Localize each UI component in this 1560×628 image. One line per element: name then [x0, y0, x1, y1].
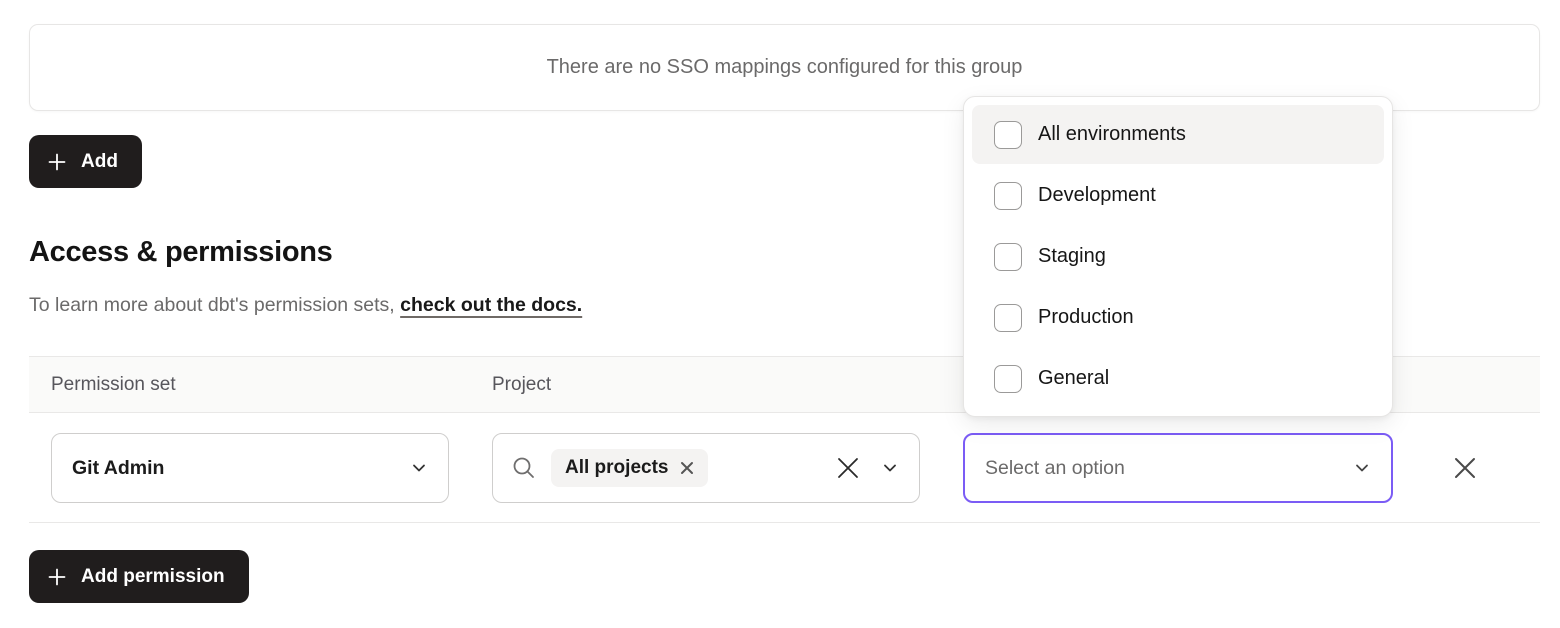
checkbox-unchecked[interactable] [994, 304, 1022, 332]
add-permission-button-label: Add permission [81, 566, 225, 588]
page-title: Access & permissions [29, 236, 333, 269]
dropdown-option-label: Development [1038, 184, 1156, 207]
column-header-project: Project [492, 357, 551, 412]
chip-remove-icon[interactable] [680, 461, 694, 475]
search-icon [511, 455, 537, 481]
dropdown-option-staging[interactable]: Staging [972, 227, 1384, 286]
chevron-down-icon [1353, 459, 1371, 477]
permission-set-value: Git Admin [72, 457, 164, 480]
remove-permission-row-button[interactable] [1448, 451, 1482, 485]
subtitle-text: To learn more about dbt's permission set… [29, 294, 400, 316]
plus-icon [47, 152, 67, 172]
clear-selection-icon[interactable] [835, 455, 861, 481]
close-icon [1453, 456, 1477, 480]
dropdown-option-development[interactable]: Development [972, 166, 1384, 225]
add-button-label: Add [81, 151, 118, 173]
chevron-down-icon[interactable] [881, 459, 899, 477]
checkbox-unchecked[interactable] [994, 243, 1022, 271]
permission-set-select[interactable]: Git Admin [51, 433, 449, 503]
column-header-permission-set: Permission set [51, 357, 176, 412]
group-settings-page: There are no SSO mappings configured for… [0, 0, 1560, 628]
dropdown-option-production[interactable]: Production [972, 288, 1384, 347]
add-permission-button[interactable]: Add permission [29, 550, 249, 603]
checkbox-unchecked[interactable] [994, 365, 1022, 393]
project-chip: All projects [551, 449, 708, 487]
add-sso-mapping-button[interactable]: Add [29, 135, 142, 188]
docs-link[interactable]: check out the docs. [400, 294, 582, 316]
dropdown-option-label: Production [1038, 306, 1134, 329]
dropdown-option-all-environments[interactable]: All environments [972, 105, 1384, 164]
checkbox-unchecked[interactable] [994, 182, 1022, 210]
checkbox-unchecked[interactable] [994, 121, 1022, 149]
sso-empty-message: There are no SSO mappings configured for… [547, 56, 1023, 79]
plus-icon [47, 567, 67, 587]
dropdown-option-general[interactable]: General [972, 349, 1384, 408]
chevron-down-icon [410, 459, 428, 477]
project-multiselect[interactable]: All projects [492, 433, 920, 503]
section-subtitle: To learn more about dbt's permission set… [29, 294, 582, 317]
dropdown-option-label: Staging [1038, 245, 1106, 268]
environment-dropdown-menu: All environments Development Staging Pro… [963, 96, 1393, 417]
dropdown-option-label: All environments [1038, 123, 1186, 146]
project-chip-label: All projects [565, 457, 668, 479]
dropdown-option-label: General [1038, 367, 1109, 390]
environment-select-placeholder: Select an option [985, 457, 1125, 480]
environment-select[interactable]: Select an option [963, 433, 1393, 503]
